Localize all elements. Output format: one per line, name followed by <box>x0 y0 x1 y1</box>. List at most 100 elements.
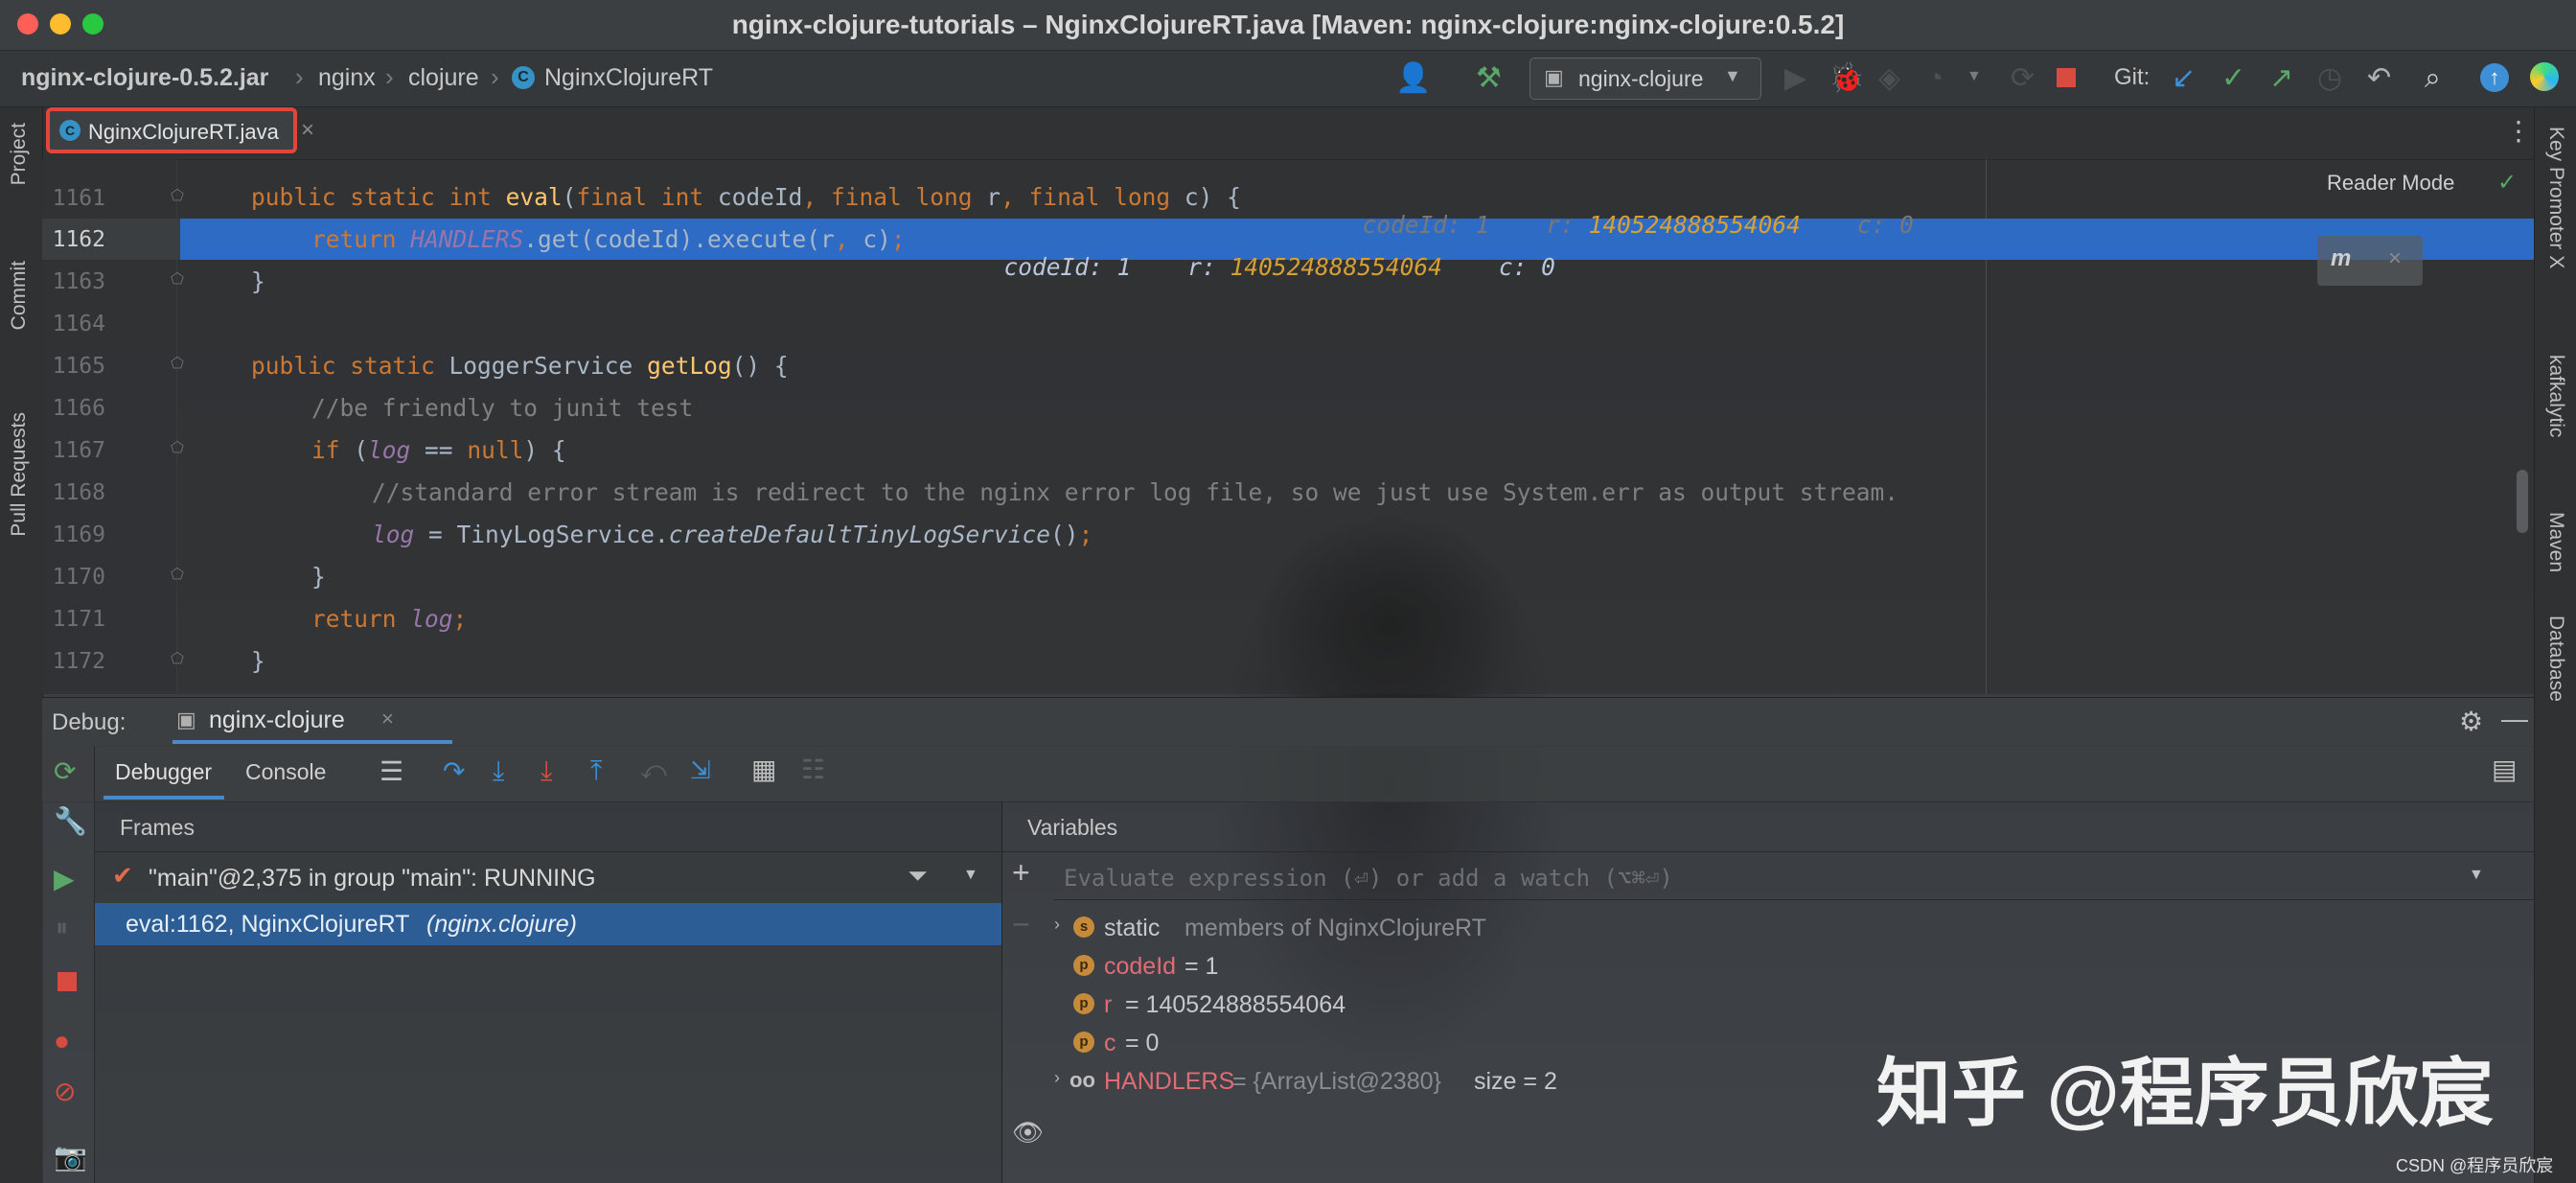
view-breakpoints-icon[interactable]: ● <box>54 1026 70 1056</box>
var-name: HANDLERS <box>1104 1068 1235 1095</box>
static-icon: s <box>1073 916 1094 938</box>
force-step-into-icon[interactable]: ⤓ <box>540 755 552 787</box>
chevron-down-icon[interactable]: ▼ <box>1966 68 1982 85</box>
wrench-icon[interactable]: 🔧 <box>54 805 87 837</box>
chevron-down-icon[interactable]: ▼ <box>963 867 978 884</box>
breadcrumb-package-clojure[interactable]: clojure <box>408 64 479 92</box>
title-bar: nginx-clojure-tutorials – NginxClojureRT… <box>0 0 2576 51</box>
gear-icon[interactable]: ⚙ <box>2459 706 2483 737</box>
tab-debugger[interactable]: Debugger <box>104 746 224 800</box>
build-hammer-icon[interactable]: ⚒ <box>1476 62 1502 95</box>
drop-frame-icon[interactable]: ⤺ <box>640 755 667 786</box>
maven-reload-icon[interactable]: m <box>2331 245 2351 272</box>
step-over-icon[interactable]: ↷ <box>443 755 465 787</box>
breadcrumb-package-nginx[interactable]: nginx <box>318 64 376 92</box>
key-promoter-tool-button[interactable]: Key Promoter X <box>2544 127 2567 268</box>
step-into-icon[interactable]: ⤓ <box>493 755 504 787</box>
close-tab-icon[interactable]: × <box>301 117 314 144</box>
editor-scrollbar[interactable] <box>2517 470 2528 533</box>
fold-marker-icon[interactable]: ⬠ <box>171 565 184 584</box>
var-extra: size = 2 <box>1474 1068 1557 1095</box>
more-vertical-icon[interactable]: ⋮ <box>2505 115 2532 147</box>
run-config-select[interactable]: ▣ nginx-clojure ▼ <box>1530 58 1761 100</box>
run-icon[interactable]: ▶ <box>1784 62 1806 95</box>
tab-console[interactable]: Console <box>238 746 343 800</box>
pull-requests-tool-button[interactable]: Pull Requests <box>8 412 31 537</box>
stop-icon[interactable] <box>58 972 77 991</box>
close-icon[interactable]: × <box>381 707 394 731</box>
watch-input[interactable]: Evaluate expression (⏎) or add a watch (… <box>1054 855 2534 900</box>
code-line-1166: //be friendly to junit test <box>311 394 694 422</box>
expand-arrow-icon[interactable]: › <box>1054 1068 1060 1088</box>
variable-row[interactable]: p codeId = 1 <box>1054 947 2204 984</box>
rollback-icon[interactable]: ↶ <box>2367 62 2391 95</box>
run-to-cursor-icon[interactable]: ⇲ <box>690 755 711 785</box>
toolbox-icon[interactable] <box>2530 62 2559 91</box>
reader-mode-toggle[interactable]: Reader Mode <box>2327 171 2454 196</box>
tab-nginxclojurert-java[interactable]: C NginxClojureRT.java <box>46 107 297 153</box>
line-number: 1161 <box>52 186 105 211</box>
var-name: r <box>1104 991 1113 1018</box>
hint-codeid: codeId: 1 <box>1003 253 1132 281</box>
step-out-icon[interactable]: ⤒ <box>590 755 602 787</box>
user-icon[interactable]: 👤 <box>1395 62 1431 95</box>
pause-icon[interactable]: ⏸ <box>56 913 68 943</box>
git-push-icon[interactable]: ↗ <box>2269 62 2293 95</box>
inline-hint-line-1162: codeId: 1 r: 140524888554064 c: 0 <box>976 225 1555 281</box>
history-icon[interactable]: ◷ <box>2317 62 2342 95</box>
inspection-ok-icon[interactable]: ✓ <box>2497 169 2517 197</box>
fold-marker-icon[interactable]: ⬠ <box>171 269 184 289</box>
debug-bug-icon[interactable]: 🐞 <box>1828 62 1864 95</box>
project-tool-button[interactable]: Project <box>8 123 31 185</box>
chevron-right-icon: › <box>295 62 304 91</box>
menu-lines-icon[interactable]: ☰ <box>380 755 403 787</box>
mute-breakpoints-icon[interactable]: ⊘ <box>54 1076 76 1107</box>
code-line-1162: return HANDLERS.get(codeId).execute(r, c… <box>311 225 906 253</box>
git-update-icon[interactable]: ↙ <box>2172 62 2196 95</box>
divider <box>95 851 1001 852</box>
git-commit-icon[interactable]: ✓ <box>2221 62 2245 95</box>
thread-selector[interactable]: ✔ "main"@2,375 in group "main": RUNNING … <box>95 853 1001 901</box>
coverage-icon[interactable]: ◈ <box>1878 62 1900 95</box>
commit-tool-button[interactable]: Commit <box>8 261 31 330</box>
maven-reload-popup[interactable]: m × <box>2317 236 2423 286</box>
fold-marker-icon[interactable]: ⬠ <box>171 438 184 457</box>
remove-watch-icon[interactable]: − <box>1012 907 1030 942</box>
frame-package: (nginx.clojure) <box>426 911 578 938</box>
kafkalytic-tool-button[interactable]: kafkalytic <box>2544 355 2567 437</box>
close-icon[interactable]: × <box>2388 245 2402 272</box>
rerun-icon[interactable]: ⟳ <box>54 755 76 787</box>
fold-marker-icon[interactable]: ⬠ <box>171 649 184 668</box>
chevron-down-icon[interactable]: ▼ <box>2469 867 2484 884</box>
maven-tool-button[interactable]: Maven <box>2544 512 2567 572</box>
resume-icon[interactable]: ▶ <box>54 863 75 894</box>
stop-icon[interactable] <box>2057 68 2076 87</box>
breadcrumb-jar[interactable]: nginx-clojure-0.5.2.jar <box>21 64 268 92</box>
var-value: members of NginxClojureRT <box>1184 915 1486 941</box>
profile-icon[interactable]: ◔ <box>1926 62 1944 95</box>
fold-marker-icon[interactable]: ⬠ <box>171 186 184 205</box>
variable-row[interactable]: › s static members of NginxClojureRT <box>1054 909 2204 945</box>
camera-icon[interactable]: 📷 <box>54 1141 87 1172</box>
filter-icon[interactable]: ⏷ <box>908 861 928 892</box>
rerun-icon[interactable]: ⟳ <box>2011 62 2035 95</box>
breadcrumb-class[interactable]: NginxClojureRT <box>544 64 713 92</box>
variable-row[interactable]: p r = 140524888554064 <box>1054 986 2204 1022</box>
minimize-panel-icon[interactable]: — <box>2501 704 2528 734</box>
check-icon: ✔ <box>112 861 133 890</box>
eye-icon[interactable]: 👁 <box>1012 1118 1044 1148</box>
search-icon[interactable]: ⌕ <box>2425 62 2441 95</box>
trace-icon[interactable]: ☷ <box>801 754 825 785</box>
debug-session-tab[interactable]: ▣ nginx-clojure × <box>172 698 452 744</box>
fold-marker-icon[interactable]: ⬠ <box>171 354 184 373</box>
frame-method: eval:1162, NginxClojureRT <box>126 911 410 938</box>
add-watch-icon[interactable]: + <box>1012 855 1030 891</box>
database-tool-button[interactable]: Database <box>2544 615 2567 702</box>
watermark-main: 知乎 @程序员欣宸 <box>1876 1051 2494 1135</box>
frames-panel: Frames ✔ "main"@2,375 in group "main": R… <box>95 801 1002 1183</box>
update-icon[interactable]: ↑ <box>2480 63 2509 92</box>
layout-icon[interactable]: ▤ <box>2492 754 2517 785</box>
evaluate-table-icon[interactable]: ▦ <box>751 754 776 785</box>
expand-arrow-icon[interactable]: › <box>1054 915 1060 935</box>
frame-row[interactable]: eval:1162, NginxClojureRT (nginx.clojure… <box>95 903 1001 945</box>
